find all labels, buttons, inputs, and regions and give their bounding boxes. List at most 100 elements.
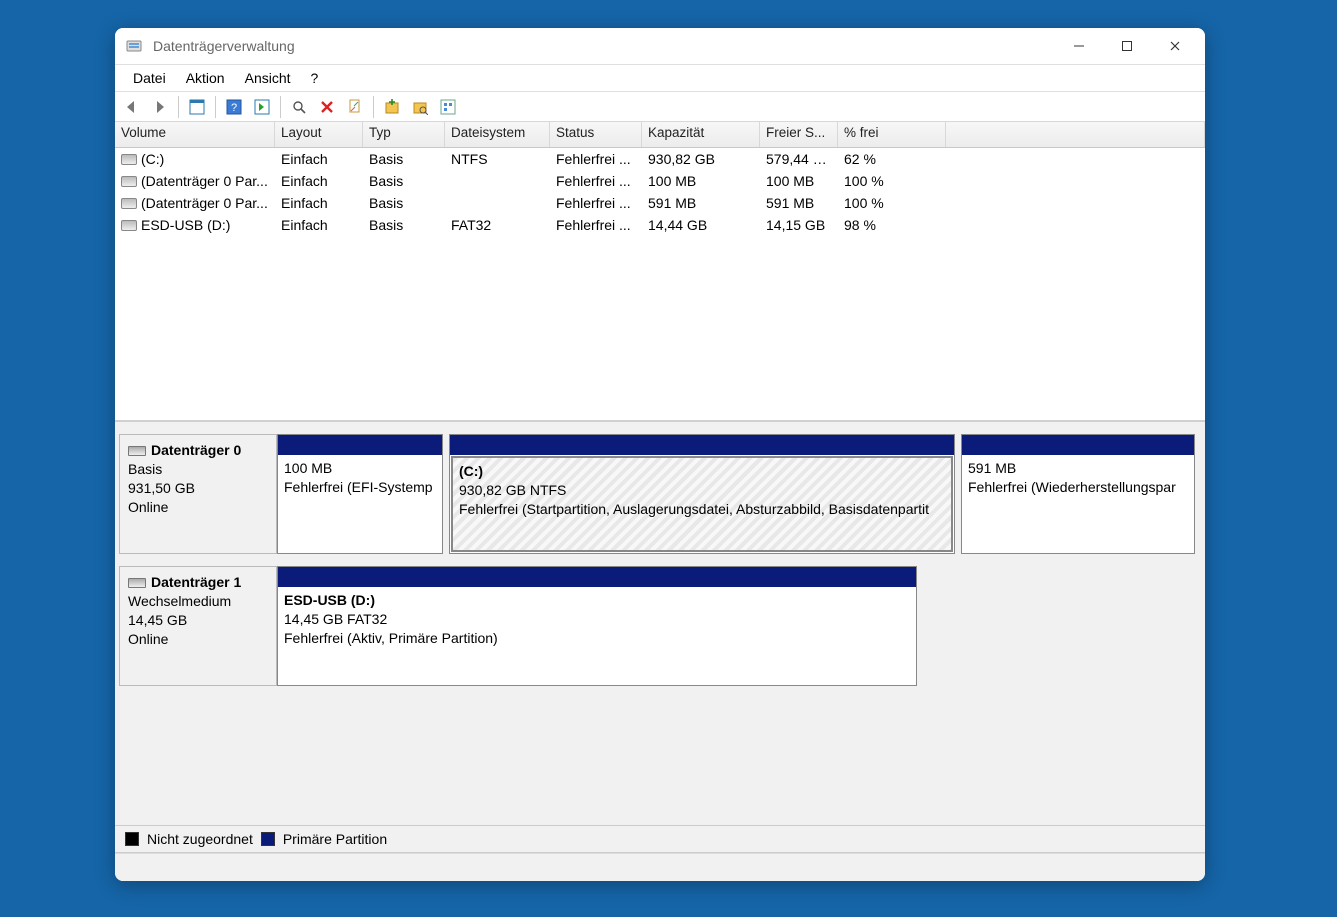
table-row[interactable]: (Datenträger 0 Par...EinfachBasisFehlerf… bbox=[115, 170, 1205, 192]
cell-fs bbox=[445, 178, 550, 184]
partition-status: Fehlerfrei (Wiederherstellungspar bbox=[968, 478, 1188, 497]
disk-state: Online bbox=[128, 498, 268, 517]
legend-unallocated-swatch bbox=[125, 832, 139, 846]
partition[interactable]: 100 MBFehlerfrei (EFI-Systemp bbox=[277, 434, 443, 554]
partition-status: Fehlerfrei (EFI-Systemp bbox=[284, 478, 436, 497]
column-typ[interactable]: Typ bbox=[363, 122, 445, 147]
partition-label: ESD-USB (D:) bbox=[284, 591, 910, 610]
drive-icon bbox=[121, 176, 137, 187]
cell-fs: FAT32 bbox=[445, 214, 550, 236]
column-fs[interactable]: Dateisystem bbox=[445, 122, 550, 147]
volume-name: ESD-USB (D:) bbox=[141, 217, 230, 233]
app-icon bbox=[125, 37, 143, 55]
column-capacity[interactable]: Kapazität bbox=[642, 122, 760, 147]
legend-primary-label: Primäre Partition bbox=[283, 831, 387, 847]
cell-capacity: 100 MB bbox=[642, 170, 760, 192]
column-volume[interactable]: Volume bbox=[115, 122, 275, 147]
delete-icon[interactable] bbox=[314, 95, 340, 119]
disk-size: 931,50 GB bbox=[128, 479, 268, 498]
column-layout[interactable]: Layout bbox=[275, 122, 363, 147]
partition-header-stripe bbox=[278, 435, 442, 455]
refresh-icon[interactable] bbox=[286, 95, 312, 119]
disk-state: Online bbox=[128, 630, 268, 649]
disk-type: Wechselmedium bbox=[128, 592, 268, 611]
partition[interactable]: ESD-USB (D:)14,45 GB FAT32Fehlerfrei (Ak… bbox=[277, 566, 917, 686]
properties-icon[interactable] bbox=[342, 95, 368, 119]
cell-typ: Basis bbox=[363, 148, 445, 170]
close-button[interactable] bbox=[1151, 29, 1199, 63]
settings-icon[interactable] bbox=[435, 95, 461, 119]
cell-pct: 100 % bbox=[838, 170, 946, 192]
disk-row: Datenträger 1Wechselmedium14,45 GBOnline… bbox=[119, 566, 1201, 686]
partition-size: 100 MB bbox=[284, 459, 436, 478]
cell-fs: NTFS bbox=[445, 148, 550, 170]
column-status[interactable]: Status bbox=[550, 122, 642, 147]
disk-name: Datenträger 1 bbox=[151, 574, 241, 590]
cell-typ: Basis bbox=[363, 170, 445, 192]
cell-pct: 98 % bbox=[838, 214, 946, 236]
drive-icon bbox=[121, 154, 137, 165]
disk-name: Datenträger 0 bbox=[151, 442, 241, 458]
partition-header-stripe bbox=[962, 435, 1194, 455]
cell-status: Fehlerfrei ... bbox=[550, 148, 642, 170]
cell-layout: Einfach bbox=[275, 214, 363, 236]
cell-capacity: 930,82 GB bbox=[642, 148, 760, 170]
legend-primary-swatch bbox=[261, 832, 275, 846]
partition[interactable]: 591 MBFehlerfrei (Wiederherstellungspar bbox=[961, 434, 1195, 554]
cell-typ: Basis bbox=[363, 214, 445, 236]
cell-free: 14,15 GB bbox=[760, 214, 838, 236]
cell-status: Fehlerfrei ... bbox=[550, 214, 642, 236]
menu-help[interactable]: ? bbox=[301, 66, 329, 90]
explore-partition-icon[interactable] bbox=[407, 95, 433, 119]
cell-capacity: 591 MB bbox=[642, 192, 760, 214]
forward-button[interactable] bbox=[147, 95, 173, 119]
cell-capacity: 14,44 GB bbox=[642, 214, 760, 236]
cell-status: Fehlerfrei ... bbox=[550, 192, 642, 214]
maximize-button[interactable] bbox=[1103, 29, 1151, 63]
disk-type: Basis bbox=[128, 460, 268, 479]
volume-name: (C:) bbox=[141, 151, 164, 167]
partition-status: Fehlerfrei (Startpartition, Auslagerungs… bbox=[459, 500, 945, 519]
table-row[interactable]: (Datenträger 0 Par...EinfachBasisFehlerf… bbox=[115, 192, 1205, 214]
cell-free: 591 MB bbox=[760, 192, 838, 214]
partition-size: 14,45 GB FAT32 bbox=[284, 610, 910, 629]
menu-action[interactable]: Aktion bbox=[176, 66, 235, 90]
volume-list-pane: Volume Layout Typ Dateisystem Status Kap… bbox=[115, 122, 1205, 422]
svg-text:?: ? bbox=[231, 102, 237, 114]
titlebar: Datenträgerverwaltung bbox=[115, 28, 1205, 64]
new-partition-icon[interactable] bbox=[379, 95, 405, 119]
cell-status: Fehlerfrei ... bbox=[550, 170, 642, 192]
cell-layout: Einfach bbox=[275, 148, 363, 170]
action-list-icon[interactable] bbox=[249, 95, 275, 119]
volume-rows: (C:)EinfachBasisNTFSFehlerfrei ...930,82… bbox=[115, 148, 1205, 420]
menu-view[interactable]: Ansicht bbox=[235, 66, 301, 90]
back-button[interactable] bbox=[119, 95, 145, 119]
partition-header-stripe bbox=[450, 435, 954, 455]
partition-size: 591 MB bbox=[968, 459, 1188, 478]
drive-icon bbox=[121, 220, 137, 231]
disk-graphical-pane: Datenträger 0Basis931,50 GBOnline100 MBF… bbox=[115, 422, 1205, 853]
partition-size: 930,82 GB NTFS bbox=[459, 481, 945, 500]
disk-management-window: Datenträgerverwaltung Datei Aktion Ansic… bbox=[115, 28, 1205, 881]
volume-list-header: Volume Layout Typ Dateisystem Status Kap… bbox=[115, 122, 1205, 148]
minimize-button[interactable] bbox=[1055, 29, 1103, 63]
menu-file[interactable]: Datei bbox=[123, 66, 176, 90]
table-row[interactable]: (C:) EinfachBasisNTFSFehlerfrei ...930,82… bbox=[115, 148, 1205, 170]
cell-free: 579,44 GB bbox=[760, 148, 838, 170]
cell-pct: 100 % bbox=[838, 192, 946, 214]
toolbar: ? bbox=[115, 92, 1205, 122]
disk-label[interactable]: Datenträger 1Wechselmedium14,45 GBOnline bbox=[119, 566, 277, 686]
column-free[interactable]: Freier S... bbox=[760, 122, 838, 147]
cell-pct: 62 % bbox=[838, 148, 946, 170]
legend: Nicht zugeordnet Primäre Partition bbox=[115, 825, 1205, 853]
menubar: Datei Aktion Ansicht ? bbox=[115, 64, 1205, 92]
show-hide-console-tree-icon[interactable] bbox=[184, 95, 210, 119]
table-row[interactable]: ESD-USB (D:) EinfachBasisFAT32Fehlerfrei … bbox=[115, 214, 1205, 236]
partition[interactable]: (C:)930,82 GB NTFSFehlerfrei (Startparti… bbox=[449, 434, 955, 554]
legend-unallocated-label: Nicht zugeordnet bbox=[147, 831, 253, 847]
disk-label[interactable]: Datenträger 0 Basis931,50 GBOnline bbox=[119, 434, 277, 554]
statusbar bbox=[115, 853, 1205, 881]
column-pctfree[interactable]: % frei bbox=[838, 122, 946, 147]
cell-fs bbox=[445, 200, 550, 206]
help-icon[interactable]: ? bbox=[221, 95, 247, 119]
